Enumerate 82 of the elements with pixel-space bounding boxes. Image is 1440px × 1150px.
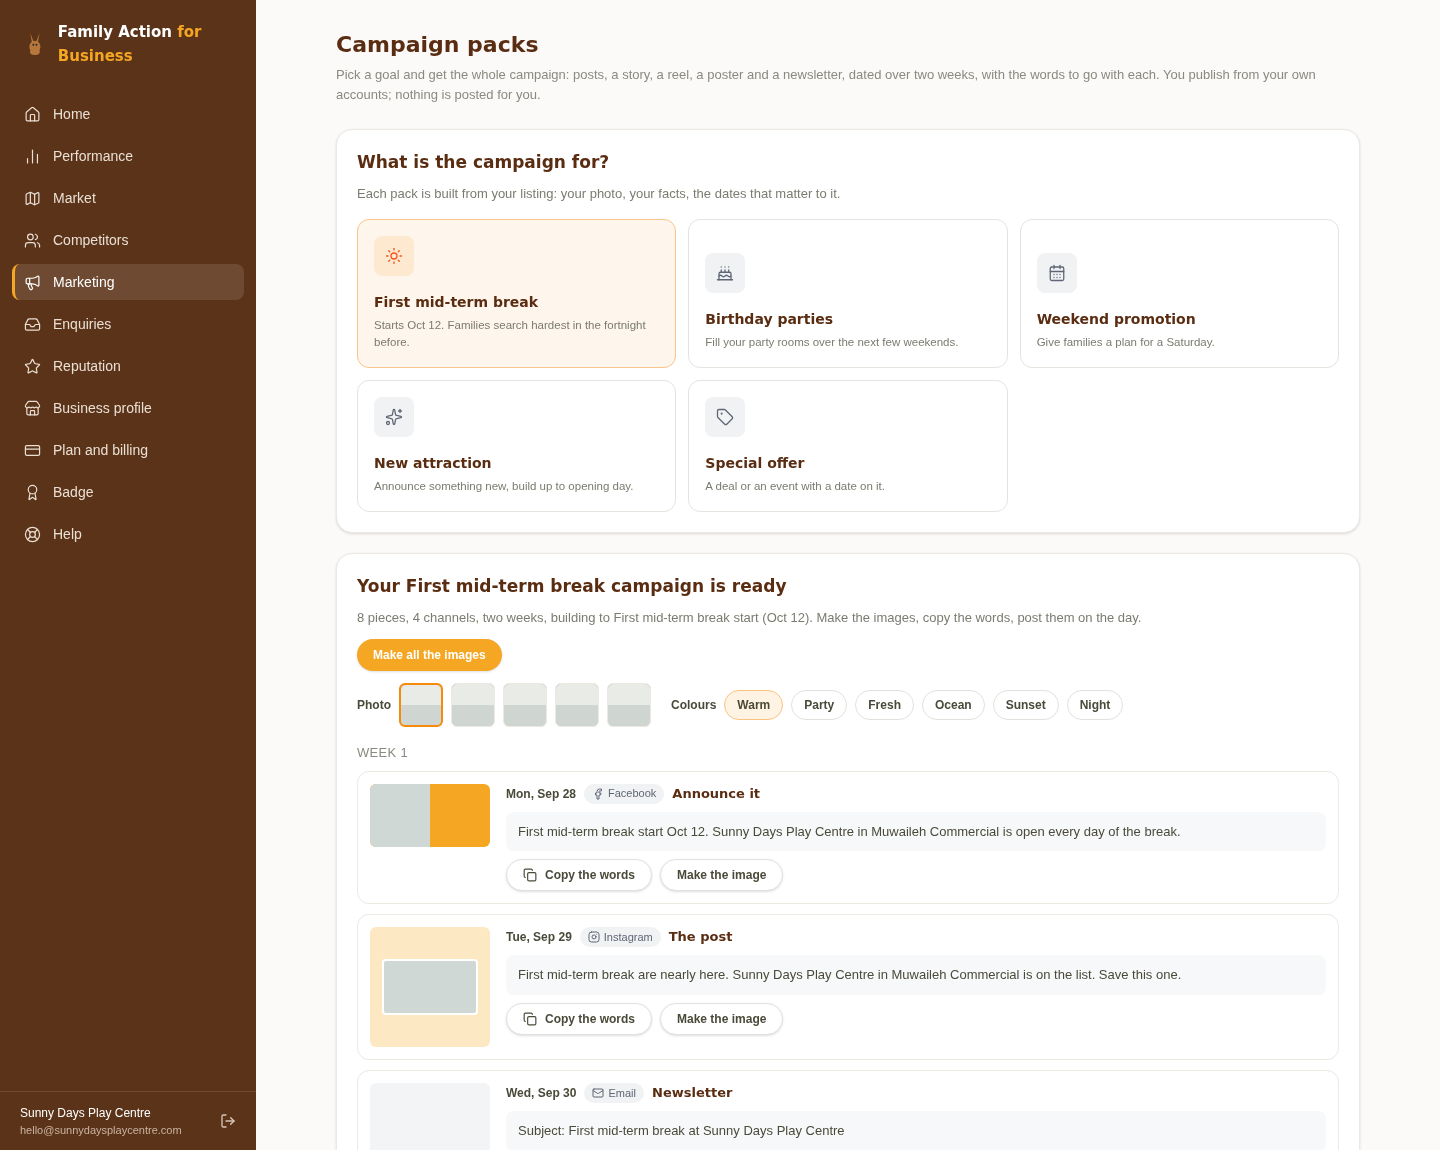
channel-tag: Email [584, 1083, 644, 1103]
piece-text: First mid-term break are nearly here. Sunny Days Play Centre in Muwaileh Commercial is on the list. Save this one. [506, 955, 1326, 995]
piece-title: Newsletter [652, 1084, 733, 1103]
piece-title: Announce it [672, 784, 761, 803]
goal-card[interactable]: Special offer A deal or an event with a date on it. [688, 380, 1008, 512]
mail-icon [592, 1087, 605, 1099]
goal-card[interactable]: Weekend promotion Give families a plan for a Saturday. [1019, 219, 1339, 368]
bar-chart-icon [24, 147, 41, 165]
nav-item[interactable]: Reputation [12, 348, 244, 384]
star-icon [24, 357, 41, 375]
section-description: Each pack is built from your listing: your photo, your facts, the dates that matter to it. [357, 184, 842, 203]
photo-thumbnail[interactable] [399, 683, 443, 727]
colour-chip[interactable]: Night [1066, 690, 1124, 720]
goal-title: New attraction [374, 454, 493, 473]
page-title: Campaign packs [336, 31, 540, 59]
piece-date: Wed, Sep 30 [506, 1085, 577, 1102]
section-description: 8 pieces, 4 channels, two weeks, building to First mid-term break start (Oct 12). Make the images, copy the words, post them on the day. [357, 608, 1143, 627]
goal-title: Special offer [705, 454, 806, 473]
action-button[interactable]: Copy the words [506, 1002, 652, 1035]
piece-date: Tue, Sep 29 [506, 929, 572, 946]
goal-card[interactable]: First mid-term break Starts Oct 12. Families search hardest in the fortnight before. [357, 219, 677, 368]
colour-chip[interactable]: Fresh [855, 690, 914, 720]
channel-tag: Facebook [584, 783, 665, 804]
goal-title: Weekend promotion [1036, 310, 1197, 329]
goal-description: Announce something new, build up to opening day. [374, 479, 635, 494]
piece-date: Mon, Sep 28 [506, 785, 576, 803]
sparkles-icon [385, 408, 403, 426]
cake-icon [716, 264, 735, 282]
nav-item[interactable]: Plan and billing [12, 432, 244, 468]
goal-description: A deal or an event with a date on it. [705, 479, 886, 494]
colour-chip[interactable]: Ocean [921, 690, 985, 720]
nav-item[interactable]: Help [12, 516, 244, 552]
piece-title: The post [668, 928, 733, 947]
copy-icon [523, 1011, 537, 1026]
calendar-icon [1047, 264, 1066, 282]
page-description: Pick a goal and get the whole campaign: posts, a story, a reel, a poster and a newsletter, dated over two weeks, with the words to go with each. You publish from your own accounts; nothing is posted for you. [336, 66, 1317, 104]
logout-icon [220, 1112, 236, 1129]
colour-chip[interactable]: Party [791, 690, 848, 720]
home-icon [24, 105, 41, 123]
action-button[interactable]: Copy the words [506, 859, 652, 891]
nav-item[interactable]: Competitors [12, 222, 244, 258]
nav-item[interactable]: Enquiries [12, 306, 244, 342]
channel-tag: Instagram [579, 927, 661, 947]
section-title: What is the campaign for? [357, 151, 611, 174]
nav-item[interactable]: Marketing [12, 264, 244, 300]
goal-description: Starts Oct 12. Families search hardest in the fortnight before. [374, 318, 647, 350]
sun-icon [385, 247, 403, 265]
colour-chip[interactable]: Sunset [992, 690, 1059, 720]
nav-item[interactable]: Market [12, 180, 244, 216]
brand-name: Family Action for Business [57, 22, 203, 67]
goal-title: Birthday parties [705, 310, 835, 329]
goal-card[interactable]: Birthday parties Fill your party rooms over the next few weekends. [688, 219, 1008, 368]
account-name: Sunny Days Play Centre [20, 1104, 152, 1122]
store-icon [24, 399, 41, 417]
copy-icon [523, 868, 537, 882]
section-title: Your First mid-term break campaign is ready [357, 575, 788, 598]
goal-card[interactable]: New attraction Announce something new, build up to opening day. [357, 380, 677, 512]
nav-item[interactable]: Performance [12, 138, 244, 174]
lifebuoy-icon [24, 525, 41, 543]
colour-chip[interactable]: Warm [724, 690, 784, 720]
action-button[interactable]: Make the image [660, 1002, 784, 1035]
photo-label: Photo [357, 697, 391, 714]
facebook-icon [592, 787, 604, 800]
colours-label: Colours [671, 697, 717, 714]
nav-item[interactable]: Home [12, 96, 244, 132]
week-heading: WEEK 1 [357, 744, 410, 762]
goal-title: First mid-term break [374, 293, 540, 312]
instagram-icon [587, 931, 600, 943]
megaphone-icon [24, 273, 41, 291]
inbox-icon [24, 315, 41, 333]
piece-text: Subject: First mid-term break at Sunny Days Play Centre [506, 1111, 1326, 1150]
goal-description: Give families a plan for a Saturday. [1036, 335, 1216, 350]
tag-icon [716, 408, 735, 426]
users-icon [24, 231, 41, 249]
action-button[interactable]: Make the image [660, 859, 784, 891]
map-icon [24, 189, 41, 207]
nav-item[interactable]: Badge [12, 474, 244, 510]
piece-text: First mid-term break start Oct 12. Sunny Days Play Centre in Muwaileh Commercial is open every day of the break. [506, 811, 1326, 851]
logout-button[interactable] [220, 1112, 236, 1129]
goal-description: Fill your party rooms over the next few weekends. [705, 335, 960, 350]
account-email: hello@sunnydaysplaycentre.com [20, 1122, 182, 1138]
nav-item[interactable]: Business profile [12, 390, 244, 426]
